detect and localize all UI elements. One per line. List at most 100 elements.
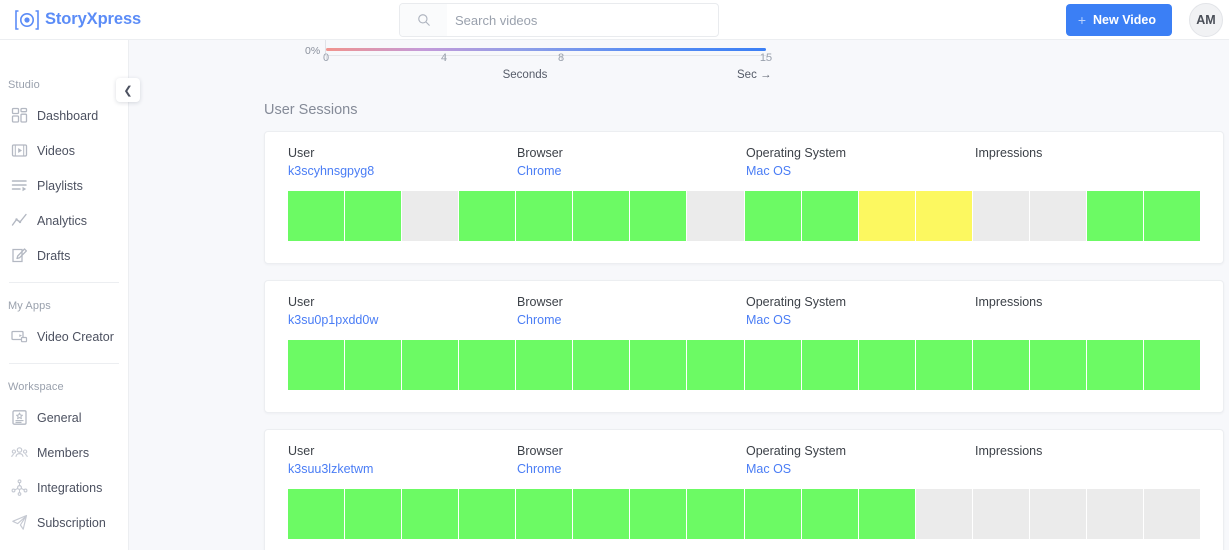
chart-x-tick-label: 4 [440, 52, 448, 64]
heatmap-segment-watched[interactable] [915, 340, 973, 390]
sidebar-item-playlists[interactable]: Playlists [0, 168, 128, 203]
sidebar-item-video-creator[interactable]: Video Creator [0, 319, 128, 354]
session-user-label: User [288, 146, 315, 160]
heatmap-segment-watched[interactable] [573, 489, 631, 539]
sidebar-item-videos[interactable]: Videos [0, 133, 128, 168]
heatmap-segment-watched[interactable] [630, 340, 688, 390]
sidebar-item-general[interactable]: General [0, 400, 128, 435]
heatmap-segment-watched[interactable] [345, 191, 403, 241]
chart-series-line [326, 48, 766, 51]
session-user-value[interactable]: k3scyhnsgpyg8 [288, 164, 517, 178]
heatmap-segment-skipped[interactable] [1029, 191, 1087, 241]
heatmap-segment-watched[interactable] [288, 340, 346, 390]
session-card-list: User k3scyhnsgpyg8 Browser Chrome Operating … [264, 131, 1224, 550]
session-os-column: Operating System Mac OS [746, 146, 975, 178]
session-browser-value[interactable]: Chrome [517, 164, 746, 178]
session-os-value[interactable]: Mac OS [746, 164, 975, 178]
sidebar-item-label: Subscription [37, 515, 106, 530]
session-user-column: User k3suu3lzketwm [288, 444, 517, 476]
heatmap-segment-watched[interactable] [1029, 340, 1087, 390]
heatmap-segment-skipped[interactable] [687, 191, 745, 241]
heatmap-segment-skipped[interactable] [972, 489, 1030, 539]
session-browser-column: Browser Chrome [517, 146, 746, 178]
heatmap-segment-skipped[interactable] [1086, 489, 1144, 539]
subscription-plane-icon [11, 514, 28, 531]
drafts-pencil-icon [11, 247, 28, 264]
sidebar-item-drafts[interactable]: Drafts [0, 238, 128, 273]
heatmap-segment-watched[interactable] [858, 340, 916, 390]
session-user-value[interactable]: k3suu3lzketwm [288, 462, 517, 476]
heatmap-segment-watched[interactable] [744, 191, 802, 241]
main-content: 0% 0 4 8 15 Seconds Sec → User Sessions … [129, 40, 1229, 550]
session-browser-label: Browser [517, 444, 563, 458]
heatmap-segment-watched[interactable] [1143, 191, 1200, 241]
brand-logo[interactable]: StoryXpress [14, 9, 141, 31]
heatmap-segment-watched[interactable] [801, 191, 859, 241]
heatmap-segment-skipped[interactable] [1029, 489, 1087, 539]
heatmap-segment-watched[interactable] [744, 489, 802, 539]
new-video-button[interactable]: + New Video [1065, 4, 1172, 36]
session-os-label: Operating System [746, 444, 847, 458]
heatmap-segment-watched[interactable] [516, 340, 574, 390]
heatmap-segment-watched[interactable] [687, 489, 745, 539]
heatmap-segment-watched[interactable] [573, 191, 631, 241]
plus-icon: + [1077, 12, 1087, 28]
session-browser-value[interactable]: Chrome [517, 462, 746, 476]
heatmap-segment-watched[interactable] [288, 191, 346, 241]
session-user-column: User k3scyhnsgpyg8 [288, 146, 517, 178]
heatmap-segment-watched[interactable] [516, 489, 574, 539]
heatmap-segment-watched[interactable] [573, 340, 631, 390]
session-os-value[interactable]: Mac OS [746, 313, 975, 327]
heatmap-segment-watched[interactable] [744, 340, 802, 390]
engagement-chart-axis: 0% 0 4 8 15 Seconds Sec → [129, 40, 1229, 90]
top-bar: StoryXpress + New Video AM [0, 0, 1229, 40]
search-input[interactable] [447, 4, 718, 36]
heatmap-segment-watched[interactable] [687, 340, 745, 390]
heatmap-segment-skipped[interactable] [1143, 489, 1200, 539]
heatmap-segment-watched[interactable] [801, 340, 859, 390]
session-user-value[interactable]: k3su0p1pxdd0w [288, 313, 517, 327]
session-meta-row: User k3scyhnsgpyg8 Browser Chrome Operating … [265, 146, 1223, 178]
heatmap-segment-skipped[interactable] [972, 191, 1030, 241]
sidebar-item-members[interactable]: Members [0, 435, 128, 470]
sidebar-item-dashboard[interactable]: Dashboard [0, 98, 128, 133]
video-creator-icon [11, 328, 28, 345]
heatmap-segment-watched[interactable] [345, 489, 403, 539]
heatmap-segment-watched[interactable] [288, 489, 346, 539]
avatar[interactable]: AM [1189, 3, 1223, 37]
sidebar-item-analytics[interactable]: Analytics [0, 203, 128, 238]
heatmap-segment-watched[interactable] [459, 489, 517, 539]
heatmap-segment-watched[interactable] [459, 340, 517, 390]
heatmap-segment-skipped[interactable] [915, 489, 973, 539]
heatmap-segment-watched[interactable] [516, 191, 574, 241]
sidebar-collapse-button[interactable]: ❮ [116, 78, 140, 102]
heatmap-segment-watched[interactable] [402, 489, 460, 539]
session-os-label: Operating System [746, 295, 847, 309]
session-os-value[interactable]: Mac OS [746, 462, 975, 476]
session-meta-row: User k3su0p1pxdd0w Browser Chrome Operating … [265, 295, 1223, 327]
heatmap-segment-watched[interactable] [1143, 340, 1200, 390]
heatmap-segment-skipped[interactable] [402, 191, 460, 241]
heatmap-segment-rewatched[interactable] [915, 191, 973, 241]
heatmap-segment-watched[interactable] [972, 340, 1030, 390]
heatmap-segment-watched[interactable] [402, 340, 460, 390]
heatmap-segment-watched[interactable] [858, 489, 916, 539]
sidebar-item-integrations[interactable]: Integrations [0, 470, 128, 505]
sidebar-item-subscription[interactable]: Subscription [0, 505, 128, 540]
heatmap-segment-watched[interactable] [345, 340, 403, 390]
session-os-column: Operating System Mac OS [746, 295, 975, 327]
storyxpress-logo-icon [14, 9, 40, 31]
heatmap-segment-watched[interactable] [630, 489, 688, 539]
heatmap-segment-watched[interactable] [801, 489, 859, 539]
heatmap-segment-watched[interactable] [1086, 340, 1144, 390]
session-card: User k3suu3lzketwm Browser Chrome Operating … [264, 429, 1224, 550]
heatmap-segment-watched[interactable] [1086, 191, 1144, 241]
brand-name: StoryXpress [45, 10, 142, 28]
heatmap-segment-watched[interactable] [630, 191, 688, 241]
heatmap-segment-watched[interactable] [459, 191, 517, 241]
session-browser-value[interactable]: Chrome [517, 313, 746, 327]
heatmap-segment-rewatched[interactable] [858, 191, 916, 241]
sidebar-item-label: Dashboard [37, 108, 99, 123]
search-box[interactable] [399, 3, 719, 37]
